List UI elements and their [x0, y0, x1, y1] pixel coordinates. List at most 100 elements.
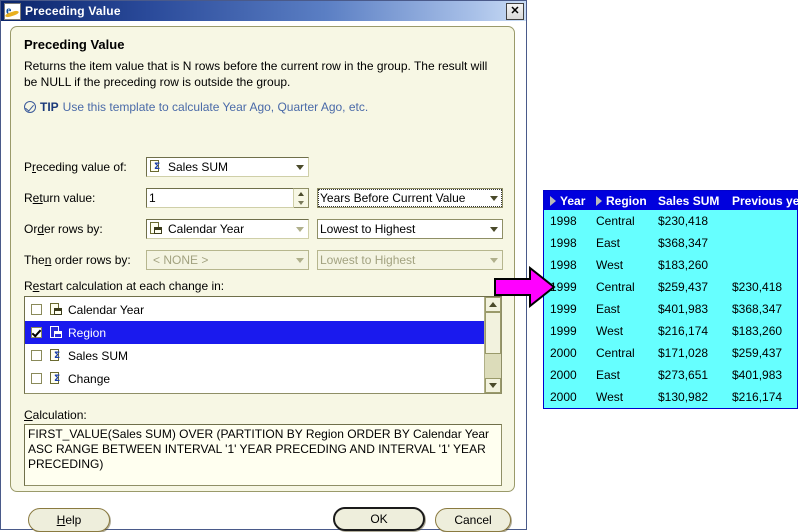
- pointer-arrow-icon: [494, 266, 556, 308]
- list-item[interactable]: Region: [25, 321, 484, 344]
- table-cell: $230,418: [732, 280, 783, 294]
- listbox-scrollbar[interactable]: [484, 297, 501, 393]
- table-row[interactable]: 2000 Central $171,028 $259,437: [544, 342, 797, 364]
- table-row[interactable]: 1998 West $183,260: [544, 254, 797, 276]
- result-table-body: 1998 Central $230,418 1998 East $368,347 1998 W…: [544, 210, 797, 408]
- column-header[interactable]: Previous year: [732, 194, 801, 208]
- checkbox[interactable]: [31, 304, 42, 315]
- return-value-unit-dropdown[interactable]: Years Before Current Value: [317, 188, 503, 208]
- table-row[interactable]: 1998 Central $230,418: [544, 210, 797, 232]
- label-order-rows-by: Order rows by:: [24, 222, 103, 236]
- chevron-down-icon[interactable]: [487, 257, 500, 263]
- tip-text: Use this template to calculate Year Ago,…: [62, 100, 369, 114]
- label-return-value: Return value:: [24, 191, 96, 205]
- label-restart-calculation: Restart calculation at each change in:: [24, 279, 225, 293]
- checkbox[interactable]: [31, 373, 42, 384]
- table-cell: East: [596, 368, 621, 382]
- calculation-textarea[interactable]: FIRST_VALUE(Sales SUM) OVER (PARTITION B…: [24, 424, 502, 486]
- list-item[interactable]: Σ Change: [25, 367, 484, 390]
- result-table-header: Year Region Sales SUM Previous year: [544, 191, 801, 210]
- order-rows-by-value: Calendar Year: [168, 222, 245, 236]
- table-row[interactable]: 2000 West $130,982 $216,174: [544, 386, 797, 408]
- chevron-down-icon[interactable]: [293, 226, 306, 232]
- column-header[interactable]: Region: [596, 194, 658, 208]
- close-icon[interactable]: ✕: [506, 2, 524, 20]
- table-cell: $230,418: [658, 214, 709, 228]
- panel-heading: Preceding Value: [24, 37, 125, 52]
- table-cell: 1998: [550, 214, 577, 228]
- help-button-label: Help: [56, 513, 82, 527]
- content-panel: Preceding Value Returns the item value t…: [10, 26, 515, 492]
- measure-icon: Σ: [50, 371, 64, 386]
- table-cell: Central: [596, 346, 635, 360]
- ok-button[interactable]: OK: [333, 507, 425, 531]
- column-header-label: Region: [606, 193, 647, 208]
- column-header[interactable]: Sales SUM: [658, 194, 732, 208]
- scrollbar-track[interactable]: [485, 354, 501, 378]
- table-row[interactable]: 1998 East $368,347: [544, 232, 797, 254]
- sort-marker-icon: [550, 195, 556, 206]
- table-cell: $368,347: [732, 302, 783, 316]
- table-cell: Central: [596, 280, 635, 294]
- chevron-down-icon[interactable]: [487, 226, 500, 232]
- restart-listbox[interactable]: Calendar Year Region Σ Sales SUM Σ Change: [24, 296, 502, 394]
- table-row[interactable]: 2000 East $273,651 $401,983: [544, 364, 797, 386]
- dialog-body: Preceding Value Returns the item value t…: [1, 21, 526, 532]
- tip-check-icon: [24, 101, 36, 113]
- cancel-button[interactable]: Cancel: [435, 508, 511, 532]
- chevron-down-icon[interactable]: [293, 164, 306, 170]
- table-cell: $216,174: [732, 390, 783, 404]
- order-rows-by-dropdown[interactable]: Calendar Year: [146, 219, 309, 239]
- checkbox[interactable]: [31, 327, 42, 338]
- return-value-stepper[interactable]: [294, 188, 309, 208]
- dimension-icon: [150, 222, 164, 236]
- table-cell: $130,982: [658, 390, 709, 404]
- help-button[interactable]: Help: [28, 508, 110, 532]
- list-item[interactable]: Calendar Year: [25, 298, 484, 321]
- column-header-label: Year: [560, 193, 586, 208]
- then-order-direction-value: Lowest to Highest: [320, 253, 416, 267]
- then-order-direction-dropdown[interactable]: Lowest to Highest: [317, 250, 503, 270]
- table-cell: West: [596, 258, 624, 272]
- dimension-icon: [50, 302, 64, 317]
- checkbox[interactable]: [31, 350, 42, 361]
- table-cell: 1999: [550, 324, 577, 338]
- scrollbar-thumb[interactable]: [485, 312, 501, 354]
- list-item-label: Region: [68, 325, 107, 340]
- order-direction-dropdown[interactable]: Lowest to Highest: [317, 219, 503, 239]
- preceding-value-dialog: e Preceding Value ✕ Preceding Value Retu…: [0, 0, 527, 532]
- table-cell: 2000: [550, 368, 577, 382]
- preceding-value-of-dropdown[interactable]: Σ Sales SUM: [146, 157, 309, 177]
- table-cell: East: [596, 302, 621, 316]
- table-cell: $183,260: [732, 324, 783, 338]
- table-cell: 2000: [550, 390, 577, 404]
- list-item[interactable]: Σ Sales SUM: [25, 344, 484, 367]
- field-then-order-rows-by: Then order rows by: < NONE > Lowest to H…: [24, 250, 503, 270]
- column-header[interactable]: Year: [544, 194, 596, 208]
- table-cell: $183,260: [658, 258, 709, 272]
- stepper-up-icon[interactable]: [294, 189, 308, 198]
- stepper-down-icon[interactable]: [294, 198, 308, 207]
- table-cell: $216,174: [658, 324, 709, 338]
- table-row[interactable]: 1999 East $401,983 $368,347: [544, 298, 797, 320]
- table-cell: $171,028: [658, 346, 709, 360]
- column-header-label: Previous year: [732, 193, 801, 208]
- scroll-down-icon[interactable]: [485, 378, 501, 393]
- table-cell: West: [596, 390, 624, 404]
- table-row[interactable]: 1999 West $216,174 $183,260: [544, 320, 797, 342]
- table-row[interactable]: 1999 Central $259,437 $230,418: [544, 276, 797, 298]
- result-table: Year Region Sales SUM Previous year 1998 Cen…: [543, 190, 801, 409]
- measure-icon: Σ: [50, 348, 64, 363]
- then-order-rows-by-value: < NONE >: [153, 253, 209, 267]
- panel-description: Returns the item value that is N rows be…: [24, 59, 488, 89]
- chevron-down-icon[interactable]: [487, 195, 500, 201]
- return-value-input[interactable]: 1: [146, 188, 294, 208]
- ie-document-icon: e: [4, 2, 21, 20]
- table-cell: $259,437: [732, 346, 783, 360]
- order-direction-value: Lowest to Highest: [320, 222, 416, 236]
- chevron-down-icon[interactable]: [293, 257, 306, 263]
- title-bar[interactable]: e Preceding Value ✕: [1, 1, 526, 21]
- label-then-order-rows-by: Then order rows by:: [24, 253, 131, 267]
- table-cell: $273,651: [658, 368, 709, 382]
- then-order-rows-by-dropdown[interactable]: < NONE >: [146, 250, 309, 270]
